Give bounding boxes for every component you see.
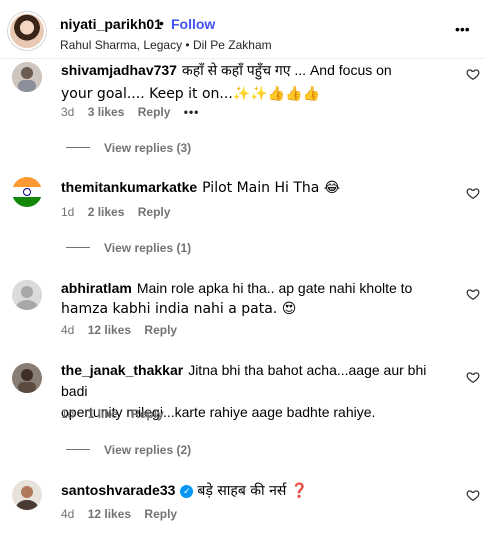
post-header: niyati_parikh01 • Follow Rahul Sharma, L… [0,0,485,59]
view-replies-button[interactable]: View replies (2) [66,442,191,457]
heart-outline-icon[interactable] [466,370,480,384]
comment-body: abhiratlam Main role apka hi tha.. ap gat… [61,278,441,320]
comment-meta: 4d 12 likes Reply [61,323,187,337]
comment-body: themitankumarkatke Pilot Main Hi Tha 😂 [61,177,441,199]
heart-outline-icon[interactable] [466,67,480,81]
comment-likes[interactable]: 1 like [88,407,118,421]
commenter-avatar[interactable] [12,363,42,393]
reply-button[interactable]: Reply [131,407,164,421]
commenter-avatar[interactable] [12,280,42,310]
comment-time: 1d [61,205,75,219]
comment-text: Main role apka hi tha.. ap gate nahi kho… [136,280,413,296]
reply-button[interactable]: Reply [138,205,171,219]
more-options-icon[interactable]: ••• [455,22,475,42]
comment-username[interactable]: the_janak_thakkar [61,362,183,378]
commenter-avatar[interactable] [12,177,42,207]
follow-button[interactable]: Follow [171,16,215,32]
commenter-avatar[interactable] [12,62,42,92]
comment-username[interactable]: themitankumarkatke [61,179,197,195]
comment-username[interactable]: shivamjadhav737 [61,62,177,78]
comment-body: shivamjadhav737 कहाँ से कहाँ पहुँच गए ...… [61,60,441,105]
comment-time: 3d [61,105,75,119]
view-replies-label: View replies (1) [104,240,192,255]
india-flag-icon [12,177,42,207]
comment-text: कहाँ से कहाँ पहुँच गए ... And focus on [181,62,392,78]
default-avatar-icon [12,280,42,310]
comment-time: 1d [61,407,75,421]
view-replies-divider [66,147,90,149]
author-username[interactable]: niyati_parikh01 [60,16,162,32]
heart-outline-icon[interactable] [466,186,480,200]
view-replies-label: View replies (2) [104,442,192,457]
comment-meta: 4d 12 likes Reply [61,507,187,521]
comments-list: shivamjadhav737 कहाँ से कहाँ पहुँच गए ...… [0,0,485,544]
comment-text-continued: hamza kabhi india nahi a pata. 😍 [61,301,297,317]
verified-badge-icon: ✓ [180,485,194,498]
comment-likes[interactable]: 12 likes [88,507,131,521]
comment-likes[interactable]: 2 likes [88,205,125,219]
heart-outline-icon[interactable] [466,488,480,502]
reply-button[interactable]: Reply [138,105,171,119]
comment-likes[interactable]: 12 likes [88,323,131,337]
header-separator: • [159,15,164,31]
commenter-avatar[interactable] [12,480,42,510]
comment-meta: 1d 2 likes Reply [61,205,180,219]
comment-text: Pilot Main Hi Tha 😂 [202,180,341,196]
comment-text-continued: your goal.... Keep it on...✨✨👍👍👍 [61,86,320,102]
comment-meta: 3d 3 likes Reply ••• [61,105,209,119]
comment-likes[interactable]: 3 likes [88,105,125,119]
comment-meta: 1d 1 like Reply [61,407,174,421]
comment-text: बड़े साहब की नर्स ❓ [197,483,309,499]
view-replies-button[interactable]: View replies (3) [66,140,191,155]
view-replies-button[interactable]: View replies (1) [66,240,191,255]
author-avatar[interactable] [10,14,44,48]
reply-button[interactable]: Reply [144,507,177,521]
comment-time: 4d [61,323,75,337]
comment-time: 4d [61,507,75,521]
view-replies-divider [66,449,90,451]
audio-subtitle[interactable]: Rahul Sharma, Legacy • Dil Pe Zakham [60,38,272,52]
reply-button[interactable]: Reply [144,323,177,337]
comment-username[interactable]: santoshvarade33 [61,482,175,498]
comment-more-icon[interactable]: ••• [184,105,200,119]
view-replies-label: View replies (3) [104,140,192,155]
comment-username[interactable]: abhiratlam [61,280,132,296]
view-replies-divider [66,247,90,249]
comment-body: santoshvarade33 ✓ बड़े साहब की नर्स ❓ [61,480,441,502]
heart-outline-icon[interactable] [466,287,480,301]
